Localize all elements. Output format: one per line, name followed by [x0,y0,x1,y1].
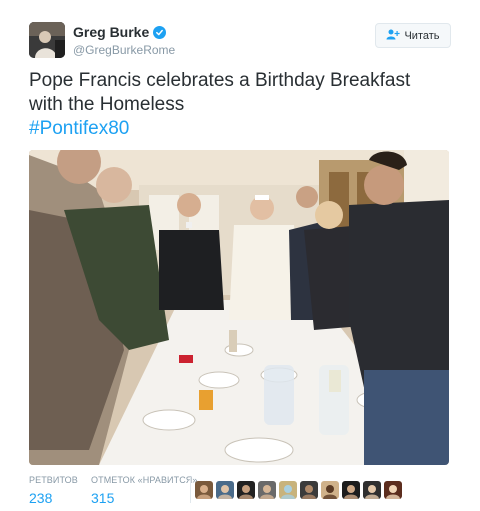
screen-name[interactable]: @GregBurkeRome [73,42,175,58]
liker-avatar[interactable] [258,481,276,499]
stats-divider [190,477,191,503]
tweet-stats: РЕТВИТОВ 238 ОТМЕТОК «НРАВИТСЯ» 315 [29,475,449,507]
liker-avatar[interactable] [279,481,297,499]
liker-avatar[interactable] [195,481,213,499]
retweets-count[interactable]: 238 [29,489,78,507]
display-name[interactable]: Greg Burke [73,24,175,41]
liker-avatar[interactable] [216,481,234,499]
liker-avatar[interactable] [384,481,402,499]
follow-button[interactable]: Читать [375,23,451,48]
liker-avatar[interactable] [237,481,255,499]
verified-badge-icon [153,26,167,39]
liker-avatar[interactable] [363,481,381,499]
display-name-text[interactable]: Greg Burke [73,24,149,41]
tweet-body: Pope Francis celebrates a Birthday Break… [29,70,411,115]
likes-label: ОТМЕТОК «НРАВИТСЯ» [91,475,198,485]
retweets-label: РЕТВИТОВ [29,475,78,485]
add-person-icon [386,29,401,43]
liker-avatar[interactable] [342,481,360,499]
follow-button-label: Читать [404,29,440,42]
tweet-header: Greg Burke @GregBurkeRome Читать [29,22,451,58]
tweet-text: Pope Francis celebrates a Birthday Break… [29,69,449,141]
likes-stat[interactable]: ОТМЕТОК «НРАВИТСЯ» 315 [91,475,198,507]
hashtag-link[interactable]: #Pontifex80 [29,117,449,141]
likes-count[interactable]: 315 [91,489,198,507]
retweets-stat[interactable]: РЕТВИТОВ 238 [29,475,78,507]
liker-avatar[interactable] [321,481,339,499]
tweet-photo[interactable] [29,150,449,465]
user-avatar[interactable] [29,22,65,58]
liker-avatars [195,481,402,499]
liker-avatar[interactable] [300,481,318,499]
